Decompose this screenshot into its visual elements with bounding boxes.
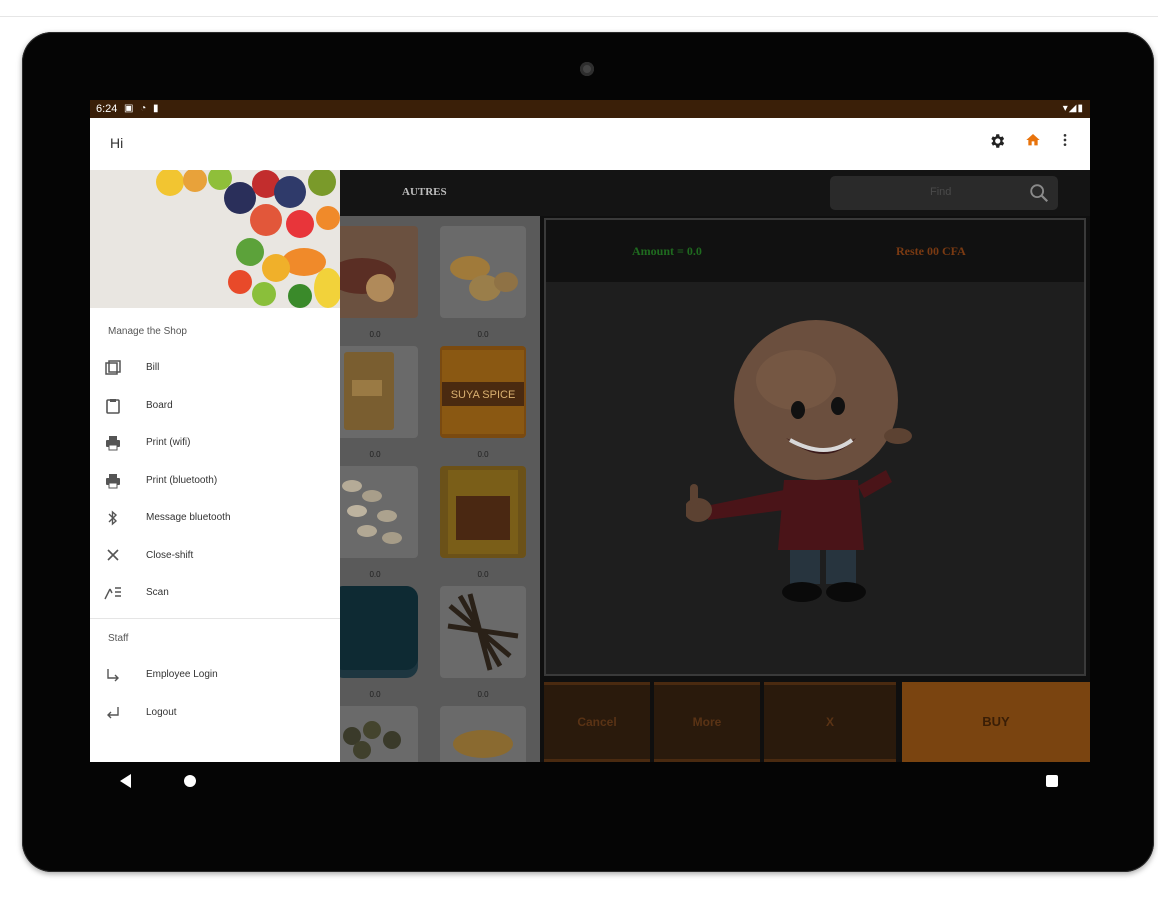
- reste-label: Reste 00 CFA: [896, 244, 966, 258]
- home-icon[interactable]: [1025, 132, 1041, 153]
- cancel-button[interactable]: Cancel: [544, 682, 650, 762]
- product-tile[interactable]: 0.0: [340, 466, 418, 579]
- gear-icon[interactable]: [988, 132, 1006, 155]
- drawer-item-label: Close-shift: [146, 550, 194, 561]
- drawer-header-image: [90, 170, 340, 308]
- cart-header: Amount = 0.0 Reste 00 CFA: [546, 220, 1084, 282]
- product-price: 0.0: [477, 450, 489, 459]
- drawer-item-label: Message bluetooth: [146, 512, 231, 523]
- device-screen: 6:24 ▣ ◔ ▮ ▾◢▮ Hi AUTRES Find 0.0 0.0 0.…: [90, 100, 1090, 762]
- drawer-item-label: Scan: [146, 587, 169, 598]
- product-tile[interactable]: [440, 706, 526, 762]
- cart-panel: Amount = 0.0 Reste 00 CFA: [544, 218, 1086, 676]
- more-button[interactable]: More: [654, 682, 760, 762]
- drawer-item-label: Board: [146, 400, 173, 411]
- clipboard-icon: [104, 398, 122, 416]
- product-tile[interactable]: [340, 706, 418, 762]
- drawer-item-message-bluetooth[interactable]: Message bluetooth: [90, 501, 340, 537]
- product-price: 0.0: [477, 330, 489, 339]
- status-bar: 6:24 ▣ ◔ ▮ ▾◢▮: [90, 100, 1090, 118]
- buy-button[interactable]: BUY: [902, 682, 1090, 762]
- app-bar: Hi: [90, 118, 1090, 171]
- back-icon[interactable]: [120, 774, 131, 788]
- section-label-shop: Manage the Shop: [108, 326, 187, 337]
- bluetooth-icon: [104, 510, 122, 528]
- product-price: 0.0: [369, 570, 381, 579]
- drawer-item-employee-login[interactable]: Employee Login: [90, 658, 340, 694]
- drawer-item-label: Print (bluetooth): [146, 475, 218, 486]
- drawer-item-scan[interactable]: Scan: [90, 576, 340, 612]
- status-time: 6:24: [96, 103, 118, 115]
- printer-icon: [104, 473, 122, 491]
- more-vert-icon[interactable]: [1062, 132, 1068, 153]
- amount-label: Amount = 0.0: [632, 244, 702, 258]
- product-tile[interactable]: 0.0: [340, 346, 418, 459]
- product-grid: 0.0 0.0 0.0 SUYA SPICE 0.0 0.0 0.0 0.0 0…: [340, 216, 540, 762]
- product-price: 0.0: [369, 690, 381, 699]
- product-price: 0.0: [369, 330, 381, 339]
- category-tab-bar: AUTRES Find: [340, 170, 1090, 216]
- close-icon: [104, 548, 122, 566]
- drawer-item-bill[interactable]: Bill: [90, 351, 340, 387]
- product-tile[interactable]: 0.0: [440, 586, 526, 699]
- drawer-divider: [90, 618, 340, 619]
- search-input[interactable]: Find: [830, 176, 1058, 210]
- system-navigation-bar: [90, 762, 1090, 802]
- drawer-item-label: Bill: [146, 362, 160, 373]
- product-price: 0.0: [369, 450, 381, 459]
- status-notification-icons: ▣ ◔ ▮: [124, 103, 161, 114]
- app-title: Hi: [110, 135, 124, 151]
- product-price: 0.0: [477, 690, 489, 699]
- navigation-drawer: Manage the Shop Bill Board Print (wifi) …: [90, 170, 340, 762]
- login-icon: [104, 667, 122, 685]
- drawer-item-close-shift[interactable]: Close-shift: [90, 539, 340, 575]
- home-nav-icon[interactable]: [184, 775, 196, 787]
- section-label-staff: Staff: [108, 633, 129, 644]
- drawer-item-print-bluetooth[interactable]: Print (bluetooth): [90, 464, 340, 500]
- product-price: 0.0: [477, 570, 489, 579]
- recents-icon[interactable]: [1046, 775, 1058, 787]
- drawer-item-label: Print (wifi): [146, 437, 191, 448]
- front-camera: [580, 62, 594, 76]
- status-signal-battery-icons: ▾◢▮: [1062, 103, 1084, 114]
- x-button[interactable]: X: [764, 682, 896, 762]
- svg-text:SUYA SPICE: SUYA SPICE: [451, 389, 516, 401]
- product-tile[interactable]: SUYA SPICE 0.0: [440, 346, 526, 459]
- drawer-item-label: Logout: [146, 707, 177, 718]
- printer-icon: [104, 435, 122, 453]
- product-tile[interactable]: 0.0: [340, 586, 418, 699]
- drawer-item-label: Employee Login: [146, 669, 218, 680]
- product-tile[interactable]: 0.0: [340, 226, 418, 339]
- product-tile[interactable]: 0.0: [440, 226, 526, 339]
- page-top-divider: [0, 0, 1158, 17]
- mascot-illustration: [684, 320, 946, 620]
- drawer-item-logout[interactable]: Logout: [90, 696, 340, 732]
- drawer-item-print-wifi[interactable]: Print (wifi): [90, 426, 340, 462]
- tab-autres[interactable]: AUTRES: [402, 186, 447, 198]
- drawer-item-board[interactable]: Board: [90, 389, 340, 425]
- search-placeholder: Find: [930, 186, 952, 198]
- product-tile[interactable]: 0.0: [440, 466, 526, 579]
- search-icon[interactable]: [1028, 182, 1049, 203]
- logout-icon: [104, 705, 122, 723]
- scan-icon: [104, 585, 122, 603]
- action-buttons: Cancel More X BUY: [544, 682, 1090, 762]
- bill-icon: [104, 360, 122, 378]
